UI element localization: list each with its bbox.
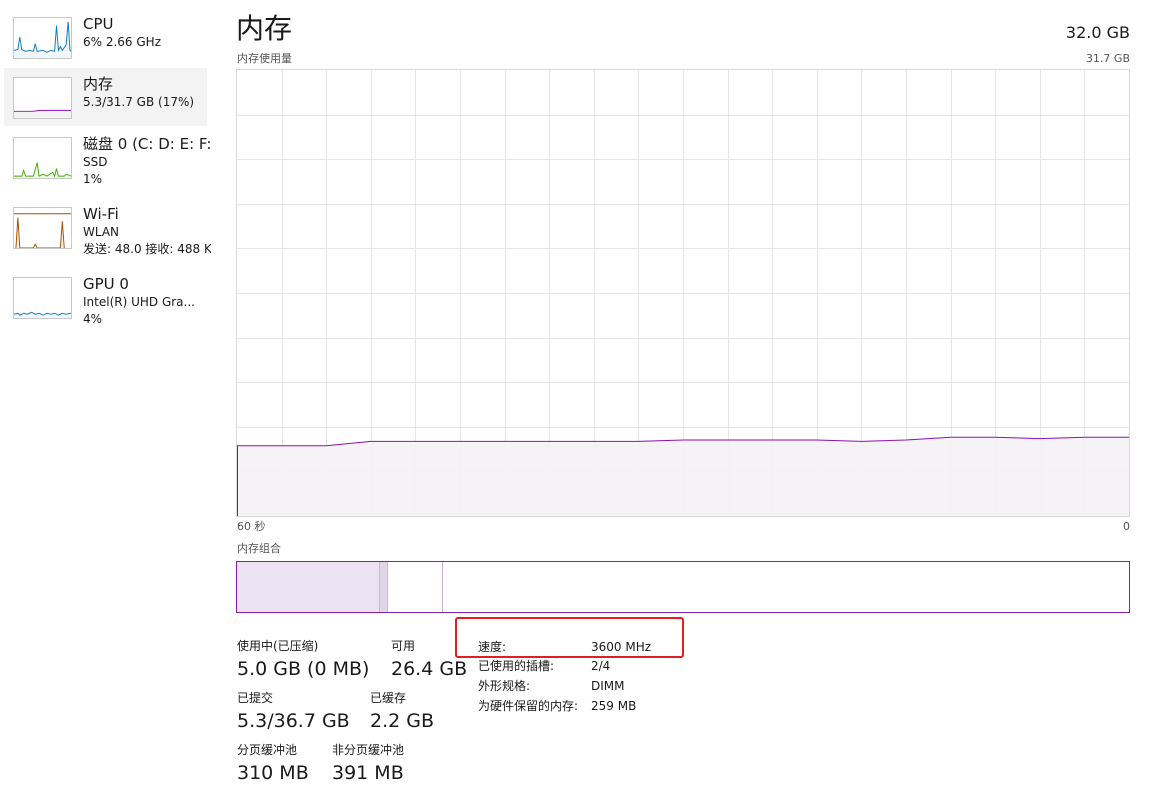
graph-time-right-label: 0 <box>1123 520 1130 533</box>
memory-usage-graph <box>236 69 1130 517</box>
disk-thumbnail-graph-svg <box>14 162 71 178</box>
cpu-thumbnail-graph <box>13 17 72 59</box>
sidebar-item-detail: SSD <box>83 155 108 169</box>
wifi-thumbnail-graph <box>13 207 72 249</box>
sidebar-item-detail-2: 发送: 48.0 接收: 488 K <box>83 242 211 256</box>
nonpaged-pool-value: 391 MB <box>332 762 404 784</box>
form-factor-key: 外形规格: <box>478 679 531 693</box>
sidebar-item-detail: WLAN <box>83 225 120 239</box>
sidebar-item-title: GPU 0 <box>83 275 129 293</box>
committed-value: 5.3/36.7 GB <box>237 710 350 732</box>
slots-used-value: 2/4 <box>591 659 611 673</box>
cpu-thumbnail-graph-svg <box>14 21 71 58</box>
total-memory: 32.0 GB <box>1065 23 1130 42</box>
memory-thumbnail-graph-svg <box>14 109 71 118</box>
nonpaged-pool-label: 非分页缓冲池 <box>332 743 405 757</box>
memory-usage-label: 内存使用量 <box>237 52 292 65</box>
gpu-thumbnail-graph <box>13 277 72 319</box>
hardware-reserved-value: 259 MB <box>591 699 637 713</box>
sidebar-item-cpu[interactable]: CPU 6% 2.66 GHz <box>4 8 207 66</box>
composition-in-use[interactable] <box>237 562 379 612</box>
memory-composition-bar[interactable] <box>236 561 1130 613</box>
composition-modified[interactable] <box>379 562 388 612</box>
cached-value: 2.2 GB <box>370 710 435 732</box>
sidebar-item-disk[interactable]: 磁盘 0 (C: D: E: F: SSD 1% <box>4 128 211 186</box>
sidebar-item-detail-2: 1% <box>83 172 103 186</box>
hardware-reserved-key: 为硬件保留的内存: <box>478 699 579 713</box>
sidebar-item-title: 内存 <box>83 75 114 93</box>
sidebar-item-gpu[interactable]: GPU 0 Intel(R) UHD Gra... 4% <box>4 268 207 326</box>
sidebar-item-detail-2: 4% <box>83 312 103 326</box>
available-label: 可用 <box>391 639 416 653</box>
page-title: 内存 <box>236 12 293 45</box>
sidebar-item-title: CPU <box>83 15 114 33</box>
performance-sidebar: CPU 6% 2.66 GHz 内存 5.3/31.7 GB (17%) 磁盘 … <box>0 0 216 806</box>
form-factor-value: DIMM <box>591 679 625 693</box>
committed-label: 已提交 <box>237 691 274 705</box>
in-use-label: 使用中(已压缩) <box>237 639 319 653</box>
graph-max-label: 31.7 GB <box>1085 52 1130 65</box>
graph-time-left-label: 60 秒 <box>237 520 266 533</box>
sidebar-item-detail: Intel(R) UHD Gra... <box>83 295 195 309</box>
memory-usage-chart <box>237 70 1129 516</box>
available-value: 26.4 GB <box>391 658 468 680</box>
sidebar-item-memory[interactable]: 内存 5.3/31.7 GB (17%) <box>4 68 207 126</box>
slots-used-key: 已使用的插槽: <box>478 659 555 673</box>
paged-pool-value: 310 MB <box>237 762 309 784</box>
sidebar-item-detail: 6% 2.66 GHz <box>83 35 162 49</box>
memory-thumbnail-graph <box>13 77 72 119</box>
composition-standby[interactable] <box>388 562 443 612</box>
cached-label: 已缓存 <box>370 691 407 705</box>
memory-composition-label: 内存组合 <box>237 542 281 555</box>
sidebar-item-detail: 5.3/31.7 GB (17%) <box>83 95 195 109</box>
wifi-thumbnail-graph-svg <box>14 213 71 248</box>
gpu-thumbnail-graph-svg <box>14 311 71 318</box>
disk-thumbnail-graph <box>13 137 72 179</box>
sidebar-item-title: 磁盘 0 (C: D: E: F: <box>83 135 211 153</box>
in-use-value: 5.0 GB (0 MB) <box>237 658 370 680</box>
speed-highlight-box <box>455 617 684 658</box>
paged-pool-label: 分页缓冲池 <box>237 743 298 757</box>
sidebar-item-title: Wi-Fi <box>83 205 119 223</box>
memory-usage-area <box>237 437 1129 516</box>
sidebar-item-wifi[interactable]: Wi-Fi WLAN 发送: 48.0 接收: 488 K <box>4 198 211 256</box>
